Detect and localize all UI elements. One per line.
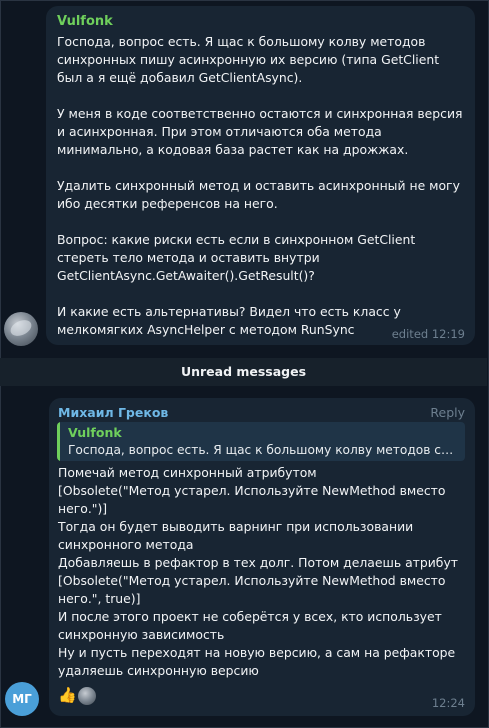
thumbs-up-reaction-icon[interactable]: 👍 bbox=[58, 686, 77, 704]
sender-name[interactable]: Михаил Греков bbox=[58, 405, 168, 420]
reactor-avatar bbox=[78, 687, 96, 705]
quote-sender-name: Vulfonk bbox=[68, 425, 122, 440]
sender-avatar[interactable]: МГ bbox=[5, 682, 39, 716]
sender-avatar[interactable] bbox=[4, 312, 38, 346]
reply-button[interactable]: Reply bbox=[430, 405, 465, 420]
quote-text: Господа, вопрос есть. Я щас к большому к… bbox=[68, 443, 460, 457]
message-timestamp: 12:24 bbox=[431, 696, 465, 710]
message-text: Господа, вопрос есть. Я щас к большому к… bbox=[57, 34, 463, 337]
message-text: Помечай метод синхронный атрибутом [Obso… bbox=[58, 465, 458, 678]
message-timestamp: edited 12:19 bbox=[391, 327, 465, 341]
avatar-image bbox=[8, 317, 34, 339]
quoted-reply[interactable]: Vulfonk Господа, вопрос есть. Я щас к бо… bbox=[57, 422, 465, 461]
sender-name[interactable]: Vulfonk bbox=[57, 14, 113, 29]
unread-messages-divider: Unread messages bbox=[0, 358, 487, 386]
quote-bar bbox=[57, 422, 60, 461]
message-bubble[interactable]: Михаил Греков Reply Vulfonk Господа, воп… bbox=[49, 398, 475, 716]
message-bubble[interactable]: Vulfonk Господа, вопрос есть. Я щас к бо… bbox=[46, 6, 475, 345]
